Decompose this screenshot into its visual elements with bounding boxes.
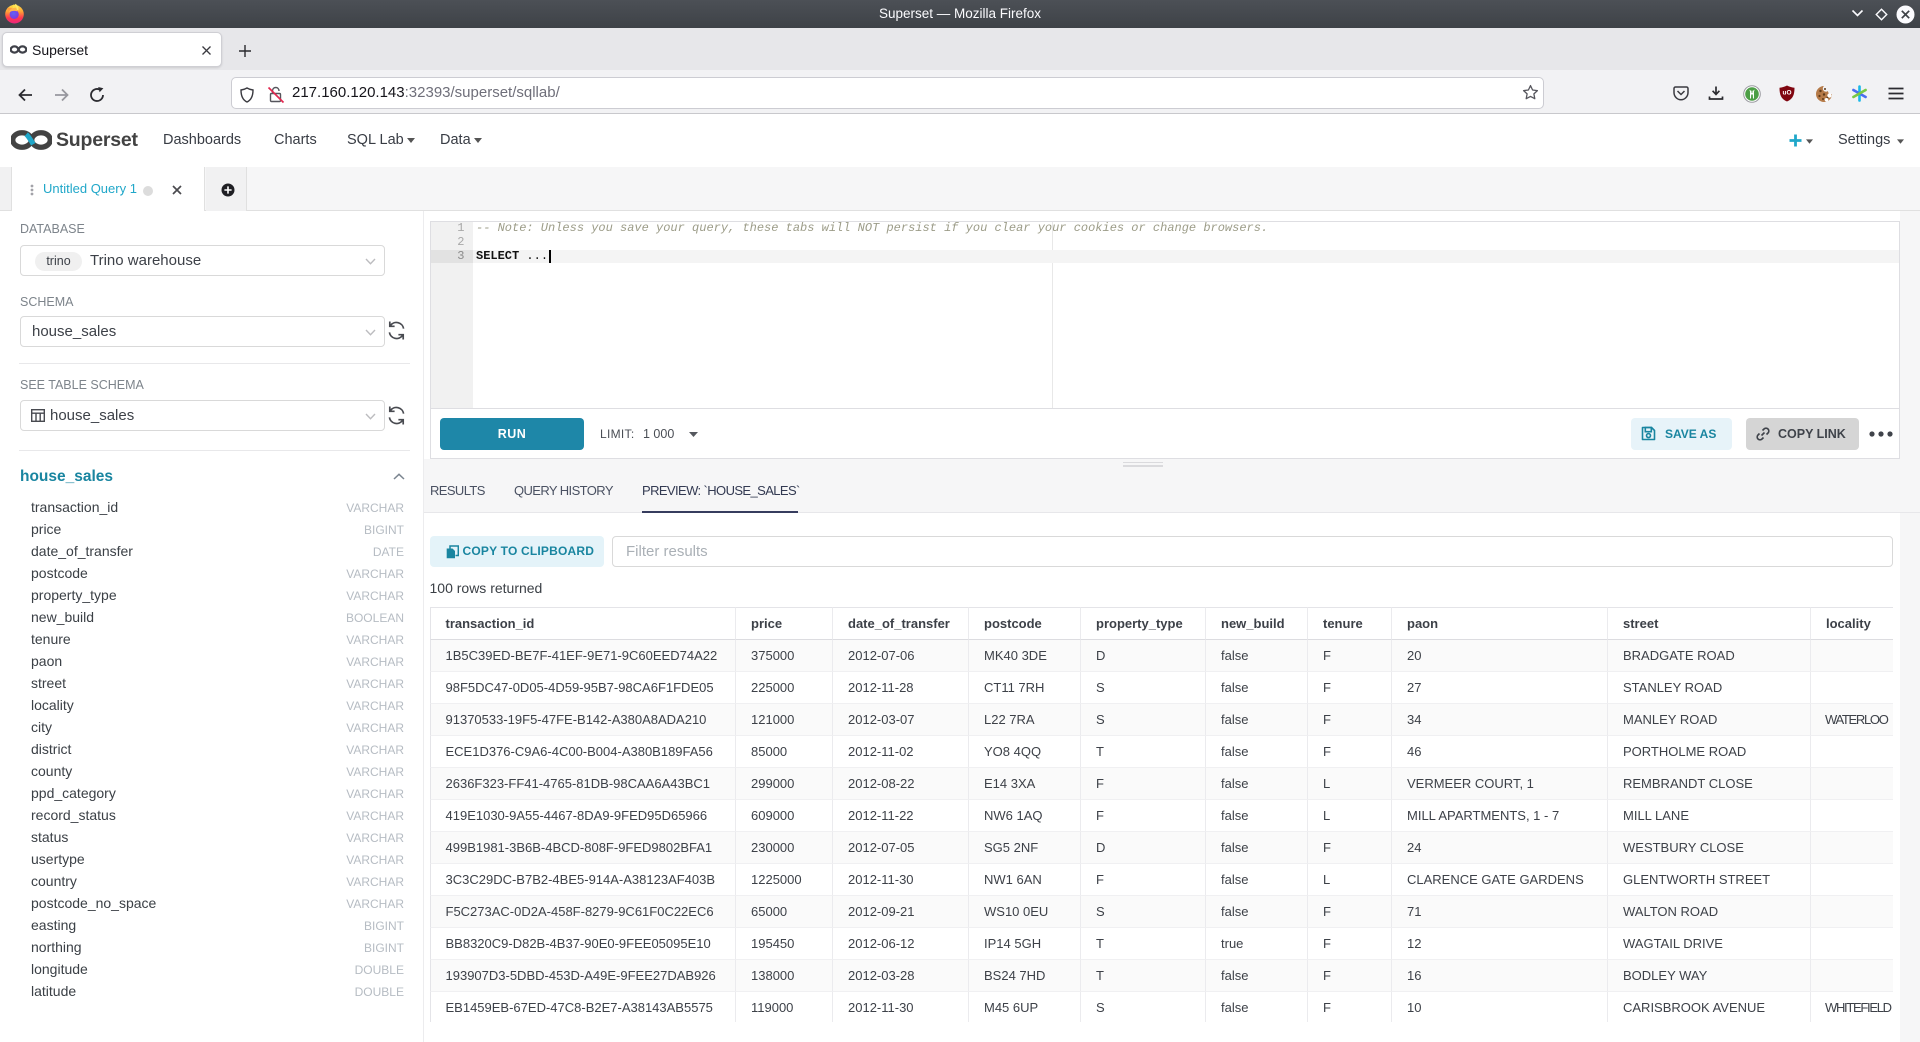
- svg-text:uO: uO: [1782, 90, 1791, 97]
